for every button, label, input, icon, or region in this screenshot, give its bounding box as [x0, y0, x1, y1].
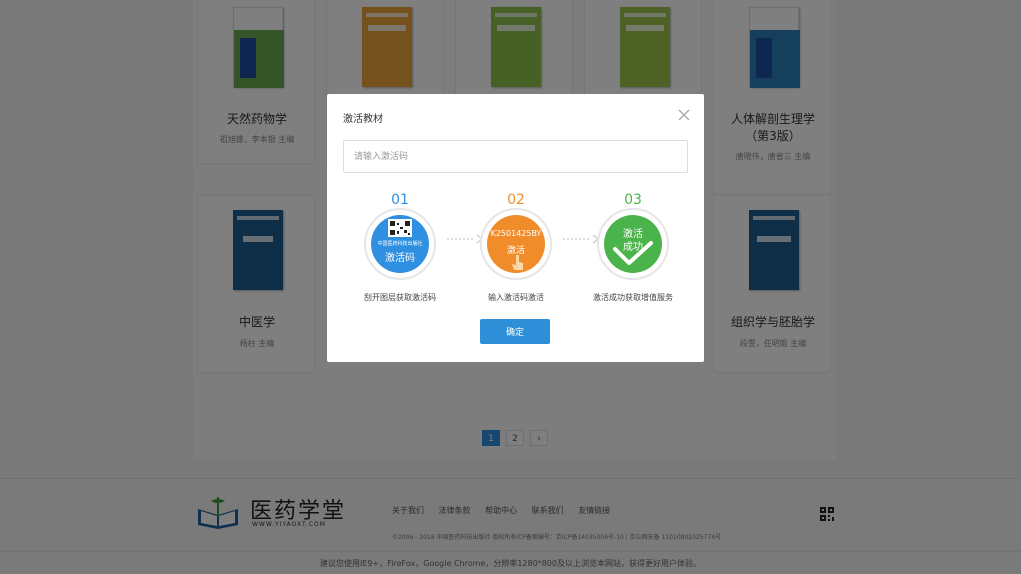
dialog-title: 激活教材	[343, 114, 383, 125]
step-enter-code: 02 K2501425BY 激活 输入激活码激活	[456, 192, 576, 302]
enter-code-disc: K2501425BY 激活	[487, 215, 545, 273]
step-label: 激活成功获取增值服务	[593, 293, 673, 302]
step-scratch: 01 中国医药科技出版社 激活码 刮开图层获取激活码	[340, 192, 460, 302]
step-number: 01	[391, 192, 409, 208]
step-number: 03	[624, 192, 642, 208]
step-success: 03 激活 成功 激活成功获取增值服务	[573, 192, 693, 302]
activation-code-label: 激活码	[385, 253, 415, 264]
step-label: 输入激活码激活	[488, 293, 544, 302]
close-icon[interactable]	[677, 108, 691, 122]
step-ring: 中国医药科技出版社 激活码	[364, 208, 436, 280]
step-number: 02	[507, 192, 525, 208]
hand-pointer-icon	[512, 255, 523, 270]
scratch-code-disc: 中国医药科技出版社 激活码	[371, 215, 429, 273]
confirm-button[interactable]: 确定	[480, 319, 550, 344]
sample-code: K2501425BY	[490, 229, 542, 238]
publisher-name: 中国医药科技出版社	[377, 241, 423, 247]
activation-code-input[interactable]	[343, 140, 688, 173]
activate-textbook-dialog: 激活教材 01 中国医药科技出版社 激活码	[327, 94, 704, 362]
step-label: 刮开图层获取激活码	[364, 293, 436, 302]
step-ring: 激活 成功	[597, 208, 669, 280]
step-ring: K2501425BY 激活	[480, 208, 552, 280]
success-disc: 激活 成功	[604, 215, 662, 273]
qr-code-icon	[388, 219, 412, 237]
checkmark-icon	[613, 241, 653, 265]
page-background: 天然药物学 祖旭雄，李本银 主编 人体解剖生理学（第3版） 唐晓伟，唐省三	[0, 0, 1021, 574]
